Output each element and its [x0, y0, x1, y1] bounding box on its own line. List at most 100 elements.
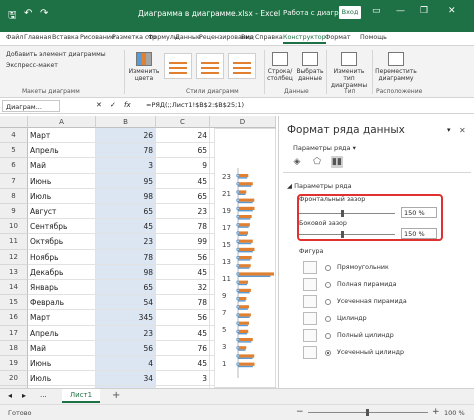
row-header[interactable]: 16	[0, 310, 28, 326]
chart-style-1[interactable]	[164, 53, 192, 79]
cell-value-c[interactable]: 45	[156, 173, 210, 189]
cell-d[interactable]	[210, 295, 215, 311]
shape-option-label[interactable]: Полная пирамида	[337, 281, 397, 288]
shape-preview-icon[interactable]	[303, 329, 317, 342]
redo-icon[interactable]: ↷	[40, 8, 48, 19]
cell-value-c[interactable]: 65	[156, 143, 210, 159]
function-icon[interactable]: fx	[124, 101, 131, 109]
shape-preview-icon[interactable]	[303, 312, 317, 325]
shape-preview-icon[interactable]	[303, 295, 317, 308]
row-header[interactable]: 4	[0, 128, 28, 144]
cell-d[interactable]	[210, 340, 215, 356]
cell-month[interactable]: Июль	[28, 188, 96, 204]
cell-value-c[interactable]: 3	[156, 371, 210, 387]
enter-icon[interactable]: ✓	[110, 101, 116, 109]
shape-option-label[interactable]: Прямоугольник	[337, 264, 389, 271]
cell-month[interactable]: Май	[28, 340, 96, 356]
cell-d[interactable]	[210, 188, 215, 204]
cell-d[interactable]	[210, 204, 215, 220]
cell-month[interactable]: Апрель	[28, 143, 96, 159]
cell-month[interactable]: Апрель	[28, 325, 96, 341]
chart-style-2[interactable]	[196, 53, 224, 79]
sheet-tab-list1[interactable]: Лист1	[62, 389, 100, 403]
close-button[interactable]: ✕	[448, 6, 456, 16]
shape-preview-icon[interactable]	[303, 278, 317, 291]
cell-value-c[interactable]: 45	[156, 264, 210, 280]
cell-month[interactable]: Июнь	[28, 173, 96, 189]
cell-month[interactable]: Октябрь	[28, 234, 96, 250]
cell-value-b[interactable]: 78	[96, 143, 156, 159]
effects-icon[interactable]: ⬠	[311, 156, 323, 168]
switch-row-column-button[interactable]: Строка/столбец	[266, 52, 294, 82]
zoom-slider-handle[interactable]	[366, 409, 369, 416]
cell-value-c[interactable]: 78	[156, 219, 210, 235]
cell-value-c[interactable]: 56	[156, 310, 210, 326]
zoom-slider[interactable]	[308, 409, 428, 416]
cell-value-c[interactable]: 32	[156, 280, 210, 296]
ribbon-options-icon[interactable]: ▭	[372, 6, 381, 16]
shape-radio[interactable]	[325, 333, 331, 339]
login-button[interactable]: Вход	[339, 6, 361, 19]
cell-value-b[interactable]: 23	[96, 325, 156, 341]
cell-value-c[interactable]: 45	[156, 356, 210, 372]
row-header[interactable]: 12	[0, 249, 28, 265]
cell-d[interactable]	[210, 356, 215, 372]
cell-value-b[interactable]: 78	[96, 249, 156, 265]
shape-option-label[interactable]: Усеченный цилиндр	[337, 349, 404, 356]
cell-value-b[interactable]: 4	[96, 356, 156, 372]
panel-collapse-icon[interactable]: ▾	[447, 126, 451, 134]
row-header[interactable]: 20	[0, 371, 28, 387]
shape-radio[interactable]	[325, 299, 331, 305]
cell-month[interactable]: Июнь	[28, 356, 96, 372]
slider-handle[interactable]	[341, 210, 344, 217]
previous-sheet-icon[interactable]: ◂	[8, 391, 12, 400]
cell-d[interactable]	[210, 128, 215, 144]
cell-value-b[interactable]: 98	[96, 188, 156, 204]
tab-help[interactable]: Справка	[255, 34, 283, 41]
cell-month[interactable]: Март	[28, 310, 96, 326]
shape-radio[interactable]	[325, 316, 331, 322]
zoom-level[interactable]: 100 %	[444, 409, 465, 417]
shape-radio[interactable]	[325, 282, 331, 288]
row-header[interactable]: 15	[0, 295, 28, 311]
tab-file[interactable]: Файл	[6, 34, 23, 41]
save-icon[interactable]: 🖫	[8, 8, 17, 25]
cell-value-b[interactable]: 26	[96, 128, 156, 144]
more-sheets-icon[interactable]: ...	[40, 391, 47, 399]
shape-preview-icon[interactable]	[303, 261, 317, 274]
cell-value-c[interactable]: 99	[156, 234, 210, 250]
row-header[interactable]: 11	[0, 234, 28, 250]
cell-d[interactable]	[210, 264, 215, 280]
zoom-out-button[interactable]: −	[296, 407, 304, 417]
cell-value-c[interactable]: 65	[156, 188, 210, 204]
row-header[interactable]: 9	[0, 204, 28, 220]
change-colors-button[interactable]: Изменить цвета	[126, 52, 162, 82]
row-header[interactable]: 17	[0, 325, 28, 341]
chart-style-3[interactable]	[228, 53, 256, 79]
series-options-dropdown[interactable]: Параметры ряда ▾	[293, 144, 356, 152]
column-header-a[interactable]: A	[28, 116, 96, 128]
cell-value-b[interactable]: 3	[96, 158, 156, 174]
cell-d[interactable]	[210, 325, 215, 341]
gap-width-slider[interactable]	[299, 231, 395, 238]
cell-d[interactable]	[210, 310, 215, 326]
series-options-icon[interactable]: ▮▮	[331, 156, 343, 168]
cell-month[interactable]: Май	[28, 158, 96, 174]
cell-value-c[interactable]: 9	[156, 158, 210, 174]
column-header-b[interactable]: B	[96, 116, 156, 128]
tab-draw[interactable]: Рисование	[80, 34, 115, 41]
cell-value-b[interactable]: 345	[96, 310, 156, 326]
cell-d[interactable]	[210, 280, 215, 296]
cell-d[interactable]	[210, 234, 215, 250]
gap-width-input[interactable]: 150 %	[401, 228, 437, 239]
cell-value-b[interactable]: 34	[96, 371, 156, 387]
tab-tell-me[interactable]: Помощь	[360, 34, 387, 41]
row-header[interactable]: 18	[0, 340, 28, 356]
cell-d[interactable]	[210, 219, 215, 235]
cell-value-b[interactable]: 56	[96, 340, 156, 356]
tab-data[interactable]: Данные	[175, 34, 201, 41]
cell-value-b[interactable]: 95	[96, 173, 156, 189]
cell-month[interactable]: Декабрь	[28, 264, 96, 280]
cell-value-c[interactable]: 45	[156, 325, 210, 341]
move-chart-button[interactable]: Переместить диаграмму	[374, 52, 418, 82]
